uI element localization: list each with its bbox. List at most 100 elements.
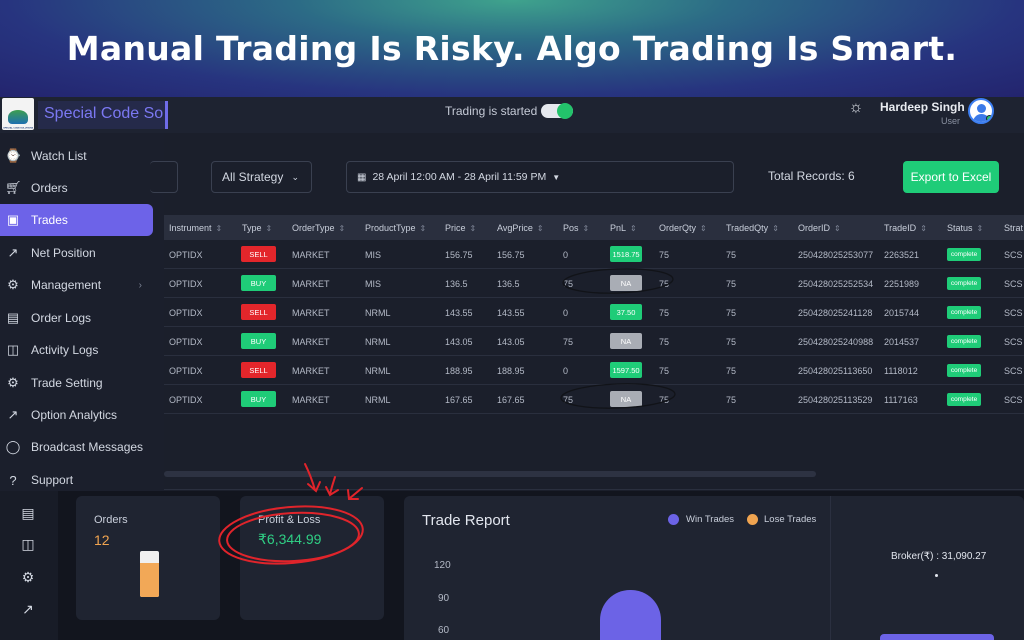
sidebar-item-order-logs[interactable]: ▤ Order Logs — [0, 302, 160, 334]
table-row[interactable]: OPTIDX MARKET NRML 167.65 167.65 75 75 75 250428… — [164, 385, 1024, 414]
cell-pos: 75 — [563, 337, 574, 347]
trend-icon[interactable]: ↗ — [20, 601, 36, 618]
cell-order-qty: 75 — [659, 366, 670, 376]
export-excel-button[interactable]: Export to Excel — [903, 161, 999, 193]
buy-badge: BUY — [241, 275, 276, 291]
cell-price: 156.75 — [445, 250, 473, 260]
date-range-picker[interactable]: ▦ 28 April 12:00 AM - 28 April 11:59 PM … — [346, 161, 734, 193]
sidebar-item-trades[interactable]: ▣ Trades — [0, 204, 153, 236]
col-header[interactable]: Instrument ⇕ — [169, 223, 222, 233]
sidebar-item-label: Support — [31, 473, 74, 487]
sidebar-item-trade-setting[interactable]: ⚙ Trade Setting — [0, 367, 160, 399]
cell-trade-id: 2015744 — [884, 308, 920, 318]
search-input[interactable] — [150, 161, 178, 193]
book-icon[interactable]: ◫ — [20, 536, 36, 553]
promo-banner: Manual Trading Is Risky. Algo Trading Is… — [0, 0, 1024, 97]
sidebar-item-label: Watch List — [31, 149, 87, 163]
win-trades-bar[interactable] — [600, 590, 661, 640]
sort-icon: ⇕ — [536, 224, 544, 233]
company-logo[interactable]: SPECIAL CODE SOLUTIONS — [2, 98, 34, 130]
sun-icon[interactable]: ☼ — [847, 99, 865, 117]
sort-icon: ⇕ — [469, 224, 477, 233]
sort-icon: ⇕ — [700, 224, 707, 233]
mini-sidebar: ▤ ◫ ⚙ ↗ — [0, 491, 58, 640]
cell-instrument: OPTIDX — [169, 395, 203, 405]
col-header[interactable]: Pos ⇕ — [563, 223, 589, 233]
col-header[interactable]: OrderType ⇕ — [292, 223, 345, 233]
status-badge: complete — [947, 306, 981, 319]
sidebar-item-management[interactable]: ⚙ Management › — [0, 269, 160, 301]
sidebar-item-option-analytics[interactable]: ↗ Option Analytics — [0, 399, 160, 431]
col-header[interactable]: TradedQty ⇕ — [726, 223, 779, 233]
strategy-select[interactable]: All Strategy ⌄ — [211, 161, 312, 193]
cell-order-type: MARKET — [292, 395, 330, 405]
col-header[interactable]: OrderQty ⇕ — [659, 223, 707, 233]
cell-trade-id: 1117163 — [884, 395, 918, 405]
cell-avg-price: 188.95 — [497, 366, 525, 376]
cell-strat: SCS — [1004, 337, 1023, 347]
trading-toggle[interactable] — [541, 103, 573, 119]
sidebar-item-net-position[interactable]: ↗ Net Position — [0, 237, 160, 269]
chat-icon: ◯ — [5, 439, 21, 454]
col-header[interactable]: OrderID ⇕ — [798, 223, 841, 233]
trading-status-label: Trading is started — [445, 104, 538, 118]
watch-icon: ⌚ — [5, 148, 22, 163]
cell-product-type: MIS — [365, 279, 382, 289]
table-row[interactable]: OPTIDX MARKET MIS 136.5 136.5 75 75 75 250428025… — [164, 269, 1024, 298]
chevron-right-icon: › — [138, 279, 142, 291]
pnl-label: Profit & Loss — [258, 514, 321, 526]
sidebar-item-label: Trades — [31, 213, 68, 227]
table-row[interactable]: OPTIDX MARKET NRML 143.05 143.05 75 75 75 250428… — [164, 327, 1024, 356]
col-header[interactable]: Price ⇕ — [445, 223, 476, 233]
sidebar-item-orders[interactable]: 🛒︎ Orders — [0, 172, 160, 204]
gear-icon[interactable]: ⚙ — [20, 569, 36, 586]
status-badge: complete — [947, 277, 981, 290]
cell-order-type: MARKET — [292, 250, 330, 260]
pnl-badge: 37.50 — [610, 304, 642, 320]
sidebar-item-activity-logs[interactable]: ◫ Activity Logs — [0, 334, 160, 366]
caret-down-icon: ▼ — [552, 172, 561, 182]
brand-name[interactable]: Special Code So — [38, 101, 168, 129]
trade-report-title: Trade Report — [422, 512, 510, 529]
user-avatar[interactable] — [968, 98, 994, 124]
cell-price: 167.65 — [445, 395, 473, 405]
col-header[interactable]: AvgPrice ⇕ — [497, 223, 544, 233]
sort-icon: ⇕ — [419, 224, 427, 233]
sort-icon: ⇕ — [582, 224, 590, 233]
win-legend-label[interactable]: Win Trades — [686, 514, 734, 525]
document-icon[interactable]: ▤ — [20, 505, 36, 522]
sidebar-item-watch-list[interactable]: ⌚ Watch List — [0, 140, 160, 172]
top-bar: SPECIAL CODE SOLUTIONS Special Code So T… — [0, 97, 1024, 133]
orders-label: Orders — [94, 514, 128, 526]
sort-icon: ⇕ — [834, 224, 841, 233]
table-row[interactable]: OPTIDX MARKET NRML 188.95 188.95 0 75 75 2504280… — [164, 356, 1024, 385]
sort-icon: ⇕ — [630, 224, 637, 233]
sort-icon: ⇕ — [772, 224, 779, 233]
globe-icon — [8, 110, 28, 124]
orders-value: 12 — [94, 532, 110, 548]
cell-order-qty: 75 — [659, 308, 670, 318]
user-name[interactable]: Hardeep Singh — [880, 100, 965, 114]
chevron-down-icon: ⌄ — [291, 171, 299, 182]
col-header[interactable]: Status ⇕ — [947, 223, 983, 233]
cell-instrument: OPTIDX — [169, 250, 203, 260]
sort-icon: ⇕ — [215, 224, 223, 233]
trend-icon: ↗ — [7, 407, 19, 422]
col-header[interactable]: Type ⇕ — [242, 223, 272, 233]
cell-instrument: OPTIDX — [169, 279, 203, 289]
horizontal-scrollbar[interactable] — [164, 471, 816, 477]
col-header[interactable]: Strat — [1004, 223, 1023, 233]
cell-price: 136.5 — [445, 279, 468, 289]
cell-traded-qty: 75 — [726, 395, 737, 405]
cell-pos: 0 — [563, 366, 569, 376]
col-header[interactable]: PnL ⇕ — [610, 223, 637, 233]
sidebar-item-broadcast-messages[interactable]: ◯ Broadcast Messages — [0, 431, 160, 463]
col-header[interactable]: TradeID ⇕ — [884, 223, 927, 233]
avatar-head — [977, 104, 986, 113]
pnl-badge: NA — [610, 275, 642, 291]
col-header[interactable]: ProductType ⇕ — [365, 223, 426, 233]
table-row[interactable]: OPTIDX MARKET MIS 156.75 156.75 0 75 75 25042802… — [164, 240, 1024, 269]
lose-legend-label[interactable]: Lose Trades — [764, 514, 816, 525]
table-row[interactable]: OPTIDX MARKET NRML 143.55 143.55 0 75 75 2504280… — [164, 298, 1024, 327]
cell-pos: 75 — [563, 395, 574, 405]
